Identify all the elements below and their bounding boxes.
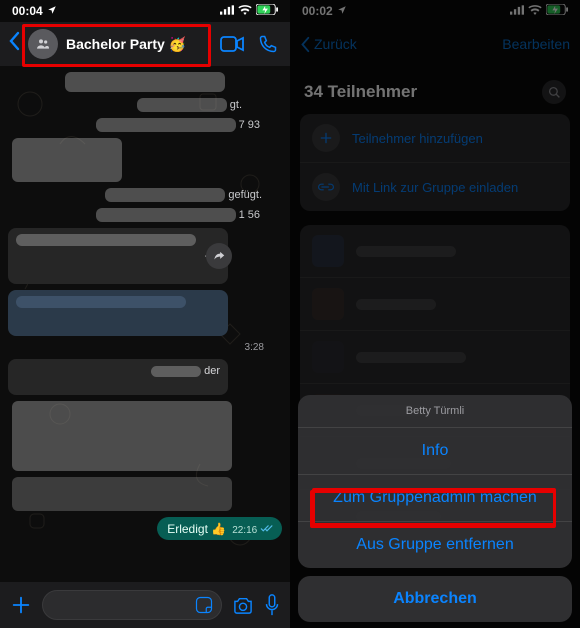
- redacted-system-msg: [65, 72, 225, 92]
- search-icon: [548, 86, 561, 99]
- read-ticks-icon: [260, 524, 274, 533]
- group-actions-card: Teilnehmer hinzufügen Mit Link zur Grupp…: [300, 114, 570, 211]
- participant-row[interactable]: [300, 225, 570, 278]
- chat-title[interactable]: Bachelor Party 🥳: [66, 36, 210, 53]
- plus-circle-icon: [312, 124, 340, 152]
- outgoing-msg[interactable]: Erledigt 👍 22:16: [157, 517, 282, 540]
- location-arrow-icon: [47, 4, 57, 18]
- camera-icon[interactable]: [232, 596, 254, 614]
- forward-icon[interactable]: [206, 243, 232, 269]
- search-button[interactable]: [542, 80, 566, 104]
- back-label: Zurück: [314, 36, 357, 52]
- video-call-icon[interactable]: [218, 36, 246, 52]
- chat-messages-area[interactable]: gt. 7 93 gefügt. 1 56 --C 3:28 der Erled…: [0, 66, 290, 582]
- attach-icon[interactable]: [10, 594, 32, 616]
- redacted-msg: [12, 477, 232, 511]
- group-avatar[interactable]: [28, 29, 58, 59]
- action-sheet: Betty Türmli Info Zum Gruppenadmin mache…: [298, 395, 572, 622]
- msg-frag: gt.: [230, 99, 242, 111]
- incoming-msg[interactable]: der: [8, 359, 228, 395]
- status-bar: 00:04: [0, 0, 290, 22]
- incoming-msg[interactable]: --C: [8, 228, 228, 284]
- outgoing-text: Erledigt 👍: [167, 522, 226, 536]
- wifi-icon: [238, 4, 252, 18]
- msg-frag: 7 93: [239, 119, 260, 131]
- nav-bar: Zurück Bearbeiten: [290, 22, 580, 66]
- incoming-reply-msg[interactable]: [8, 290, 228, 336]
- left-phone-chat: 00:04 Bachelor Party 🥳: [0, 0, 290, 628]
- message-input[interactable]: [42, 590, 222, 620]
- sheet-make-admin-button[interactable]: Zum Gruppenadmin machen: [298, 475, 572, 522]
- redacted-msg: [12, 401, 232, 471]
- redacted-msg: [12, 138, 122, 182]
- location-arrow-icon: [337, 4, 347, 18]
- participant-row[interactable]: [300, 331, 570, 384]
- msg-frag: gefügt.: [228, 189, 262, 201]
- participants-header: 34 Teilnehmer: [290, 66, 580, 114]
- msg-frag: 1 56: [239, 209, 260, 221]
- chevron-left-icon: [300, 36, 310, 53]
- participant-row[interactable]: [300, 278, 570, 331]
- clock: 00:02: [302, 4, 333, 18]
- clock: 00:04: [12, 4, 43, 18]
- message-input-bar: [0, 582, 290, 628]
- action-sheet-options: Betty Türmli Info Zum Gruppenadmin mache…: [298, 395, 572, 568]
- voice-call-icon[interactable]: [254, 34, 282, 54]
- mic-icon[interactable]: [264, 594, 280, 616]
- status-bar: 00:02: [290, 0, 580, 22]
- sticker-icon[interactable]: [195, 596, 213, 614]
- sheet-remove-button[interactable]: Aus Gruppe entfernen: [298, 522, 572, 568]
- invite-link-row[interactable]: Mit Link zur Gruppe einladen: [300, 163, 570, 211]
- invite-link-label: Mit Link zur Gruppe einladen: [352, 180, 518, 195]
- participants-count: 34 Teilnehmer: [304, 82, 417, 102]
- sheet-info-button[interactable]: Info: [298, 428, 572, 475]
- messages-list: gt. 7 93 gefügt. 1 56 --C 3:28 der Erled…: [0, 66, 290, 582]
- battery-icon: [546, 4, 568, 18]
- timestamp-frag: 3:28: [245, 342, 282, 353]
- right-phone-participants: 00:02 Zurück Bearbeiten 34 Teilnehmer Te…: [290, 0, 580, 628]
- link-icon: [312, 173, 340, 201]
- sheet-cancel-button[interactable]: Abbrechen: [298, 576, 572, 622]
- back-icon[interactable]: [8, 31, 20, 57]
- add-participant-row[interactable]: Teilnehmer hinzufügen: [300, 114, 570, 163]
- sheet-title: Betty Türmli: [298, 395, 572, 428]
- edit-button[interactable]: Bearbeiten: [502, 36, 570, 52]
- signal-icon: [510, 4, 524, 18]
- wifi-icon: [528, 4, 542, 18]
- add-participant-label: Teilnehmer hinzufügen: [352, 131, 483, 146]
- back-button[interactable]: Zurück: [300, 36, 357, 53]
- people-icon: [35, 36, 51, 52]
- signal-icon: [220, 4, 234, 18]
- battery-icon: [256, 4, 278, 18]
- chat-header[interactable]: Bachelor Party 🥳: [0, 22, 290, 66]
